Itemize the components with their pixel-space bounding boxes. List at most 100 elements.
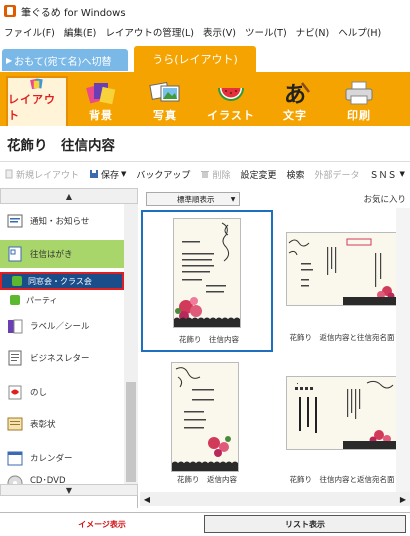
horizontal-scrollbar[interactable]: ◀ ▶	[140, 492, 410, 506]
category-illustration-label: イラスト	[207, 109, 255, 122]
sidebar-item-label: カレンダー	[30, 454, 73, 464]
sort-order-value: 標準順表示	[177, 194, 215, 204]
sidebar-item-label: のし	[30, 388, 48, 398]
sidebar-subitem-reunion[interactable]: 同窓会・クラス会	[0, 272, 124, 290]
category-background-button[interactable]: 背景	[70, 76, 132, 126]
search-button[interactable]: 検索	[286, 168, 304, 181]
category-text-button[interactable]: あ 文字	[264, 76, 326, 126]
play-arrow-icon: ▶	[6, 55, 13, 65]
layout-preview	[286, 232, 398, 306]
sidebar-item-reply-card[interactable]: 往信はがき	[0, 240, 124, 268]
thumbnail-grid: 花飾り 往信内容 花飾り 返信内容と往信宛名面 花飾り 返信内容 花飾り 往信内…	[140, 208, 408, 490]
menu-tools[interactable]: ツール(T)	[245, 25, 287, 39]
illustration-icon	[218, 88, 244, 101]
flower-decoration-image	[174, 222, 240, 327]
menu-layout-manage[interactable]: レイアウトの管理(L)	[105, 25, 194, 39]
calendar-icon	[7, 451, 23, 466]
view-mode-tabs: イメージ表示 リスト表示	[0, 512, 410, 534]
menu-bar: ファイル(F) 編集(E) レイアウトの管理(L) 表示(V) ツール(T) ナ…	[0, 22, 410, 42]
category-print-button[interactable]: 印刷	[328, 76, 390, 126]
thumbnail-caption: 花飾り 返信内容	[177, 475, 237, 484]
sns-label: ＳＮＳ	[369, 170, 397, 181]
sidebar-item-certificate[interactable]: 表彰状	[0, 410, 124, 438]
sidebar-scrollbar[interactable]	[124, 204, 138, 484]
category-layout-button[interactable]: レイアウト	[6, 76, 68, 126]
layout-preview	[173, 218, 241, 328]
certificate-icon	[7, 417, 23, 431]
triangle-right-icon[interactable]: ▶	[396, 492, 410, 506]
thumbnail-card[interactable]: 花飾り 返信内容	[141, 356, 273, 498]
sidebar-item-label: ビジネスレター	[30, 354, 90, 364]
menu-file[interactable]: ファイル(F)	[4, 25, 55, 39]
layout-preview	[286, 376, 398, 450]
floppy-disk-icon	[90, 170, 99, 178]
flower-decoration-image	[295, 380, 397, 449]
chevron-down-icon: ▼	[121, 170, 127, 178]
sidebar-item-label: CD･DVD	[30, 476, 66, 484]
sidebar-item-calendar[interactable]: カレンダー	[0, 444, 124, 472]
category-toolbar: レイアウト 背景 写真 イラスト あ 文字 印刷	[0, 72, 410, 126]
new-document-icon	[5, 169, 13, 179]
text-icon: あ	[284, 82, 310, 106]
delete-button[interactable]: 削除	[200, 168, 230, 181]
new-layout-label: 新規レイアウト	[16, 170, 80, 181]
category-illustration-button[interactable]: イラスト	[200, 76, 262, 126]
title-bar: 筆ぐるめ for Windows	[0, 0, 410, 22]
thumbnail-caption: 花飾り 往信内容と返信宛名面	[289, 475, 395, 484]
sidebar-item-notice[interactable]: 通知・お知らせ	[0, 206, 124, 236]
tab-omote-switch[interactable]: ▶ おもて(宛て名)へ切替	[2, 49, 128, 71]
sidebar-item-business-letter[interactable]: ビジネスレター	[0, 344, 124, 372]
sidebar-item-noshi[interactable]: のし	[0, 378, 124, 406]
grid-scrollbar[interactable]	[396, 208, 410, 492]
favorites-toggle[interactable]: お気に入り	[363, 193, 406, 205]
thumbnail-card[interactable]: 花飾り 往信内容	[141, 210, 273, 352]
folder-icon	[12, 276, 22, 286]
sidebar-scroll-thumb[interactable]	[126, 382, 136, 482]
thumbnail-caption: 花飾り 往信内容	[179, 335, 239, 344]
category-sidebar: ▲ 通知・お知らせ 往信はがき 同窓会・クラス会 パーティ ラベル／シール ビジ…	[0, 188, 138, 508]
content-header: 標準順表示 ▼ お気に入り	[140, 188, 410, 208]
menu-view[interactable]: 表示(V)	[203, 25, 236, 39]
trash-icon	[201, 171, 210, 178]
notice-icon	[7, 214, 23, 228]
save-label: 保存	[101, 170, 120, 181]
flower-decoration-image	[288, 238, 397, 305]
sidebar-item-label: 通知・お知らせ	[30, 217, 90, 227]
chevron-down-icon: ▼	[230, 195, 236, 203]
scroll-down-button[interactable]: ▼	[0, 484, 138, 496]
scroll-up-button[interactable]: ▲	[0, 188, 138, 204]
new-layout-button[interactable]: 新規レイアウト	[4, 168, 79, 181]
category-layout-label: レイアウト	[8, 93, 56, 122]
menu-help[interactable]: ヘルプ(H)	[338, 25, 381, 39]
category-photo-button[interactable]: 写真	[134, 76, 196, 126]
external-data-button[interactable]: 外部データ	[314, 168, 359, 181]
backup-button[interactable]: バックアップ	[136, 168, 190, 181]
sidebar-item-label-seal[interactable]: ラベル／シール	[0, 312, 124, 340]
settings-button[interactable]: 設定変更	[240, 168, 276, 181]
sidebar-item-cd-dvd[interactable]: CD･DVD	[0, 474, 124, 484]
sidebar-item-label: 往信はがき	[30, 250, 73, 260]
category-background-label: 背景	[89, 109, 113, 122]
triangle-up-icon: ▲	[65, 191, 73, 201]
flower-decoration-image	[172, 367, 238, 471]
thumbnail-caption: 花飾り 返信内容と往信宛名面	[289, 333, 395, 342]
sidebar-subitem-party[interactable]: パーティ	[0, 291, 124, 309]
sidebar-item-label: 表彰状	[30, 420, 56, 430]
background-icon	[86, 83, 116, 105]
sns-button[interactable]: ＳＮＳ ▼	[370, 168, 405, 181]
thumbnail-card[interactable]: 花飾り 返信内容と往信宛名面	[276, 210, 408, 352]
category-text-label: 文字	[283, 109, 307, 122]
menu-edit[interactable]: 編集(E)	[64, 25, 96, 39]
disc-icon	[7, 475, 23, 484]
thumbnail-card[interactable]: 花飾り 往信内容と返信宛名面	[276, 356, 408, 498]
window-title: 筆ぐるめ for Windows	[21, 7, 126, 19]
tab-list-view[interactable]: リスト表示	[204, 515, 406, 533]
tab-image-view[interactable]: イメージ表示	[2, 515, 202, 533]
triangle-left-icon[interactable]: ◀	[140, 492, 154, 506]
tab-ura-layout[interactable]: うら(レイアウト)	[134, 46, 256, 72]
save-button[interactable]: 保存 ▼	[89, 168, 126, 181]
sort-order-select[interactable]: 標準順表示 ▼	[146, 192, 240, 206]
photo-icon	[149, 81, 180, 102]
sidebar-subitem-label: 同窓会・クラス会	[28, 276, 92, 286]
menu-navi[interactable]: ナビ(N)	[296, 25, 330, 39]
